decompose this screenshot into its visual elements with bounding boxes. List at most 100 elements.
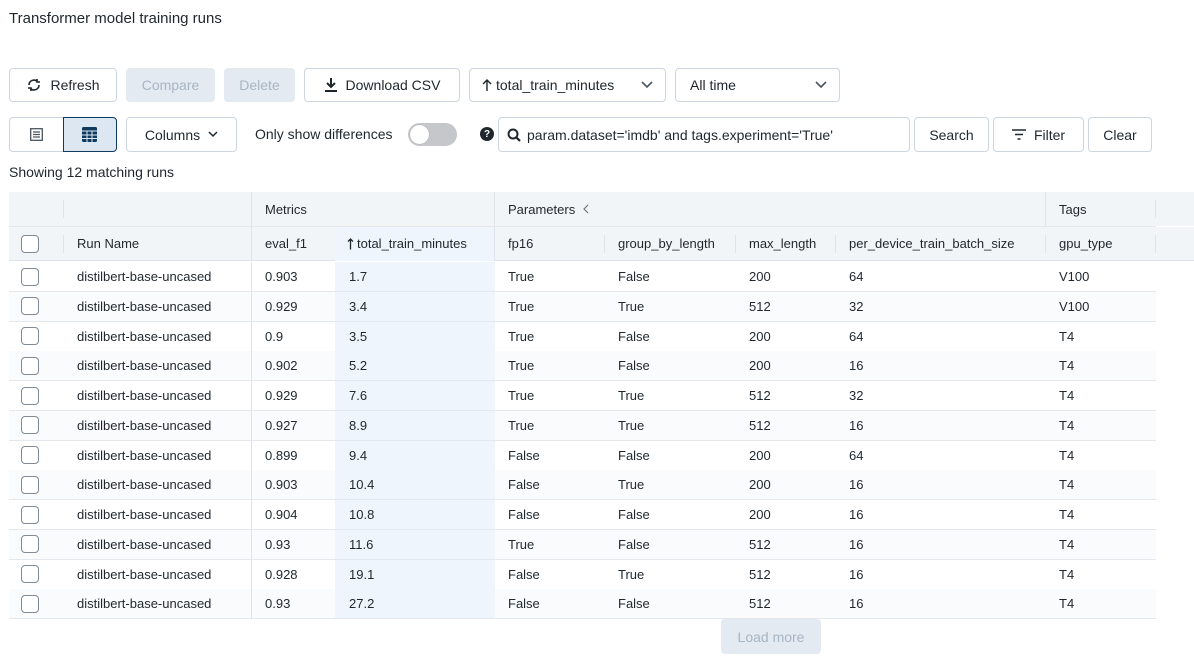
cell-eval-f1: 0.903	[265, 269, 298, 284]
cell-total-train-minutes: 8.9	[349, 417, 368, 433]
cell-group-by-length: False	[618, 596, 650, 612]
table-row[interactable]: distilbert-base-uncased 0.904 10.8 False Fal…	[9, 500, 1156, 530]
download-label: Download CSV	[345, 77, 441, 93]
cell-run-name[interactable]: distilbert-base-uncased	[64, 500, 211, 529]
refresh-button[interactable]: Refresh	[9, 68, 117, 102]
only-show-differences-toggle[interactable]	[408, 123, 457, 146]
table-row[interactable]: distilbert-base-uncased 0.929 3.4 True True 5…	[9, 291, 1156, 322]
refresh-label: Refresh	[50, 77, 100, 93]
cell-total-train-minutes: 10.4	[349, 477, 375, 493]
cell-run-name[interactable]: distilbert-base-uncased	[64, 351, 211, 380]
col-group-by-length[interactable]: group_by_length	[605, 227, 715, 260]
table-row[interactable]: distilbert-base-uncased 0.928 19.1 False Tru…	[9, 559, 1156, 590]
cell-eval-f1: 0.929	[265, 298, 298, 314]
search-query-value: param.dataset='imdb' and tags.experiment…	[527, 126, 833, 143]
cell-max-length: 512	[749, 417, 771, 433]
cell-max-length: 512	[749, 388, 771, 403]
cell-run-name[interactable]: distilbert-base-uncased	[64, 470, 211, 499]
clear-button[interactable]: Clear	[1088, 117, 1152, 152]
table-row[interactable]: distilbert-base-uncased 0.93 27.2 False Fals…	[9, 589, 1156, 620]
row-checkbox[interactable]	[9, 292, 39, 321]
load-more-button[interactable]: Load more	[721, 619, 821, 654]
cell-fp16: True	[508, 536, 535, 552]
list-view-button[interactable]	[9, 117, 63, 152]
col-total-train-minutes[interactable]: total_train_minutes	[335, 227, 467, 260]
cell-max-length: 200	[749, 328, 771, 344]
download-csv-button[interactable]: Download CSV	[304, 68, 460, 102]
search-icon	[507, 128, 521, 142]
cell-eval-f1: 0.929	[265, 388, 298, 403]
search-input[interactable]: param.dataset='imdb' and tags.experiment…	[498, 117, 910, 152]
cell-max-length: 512	[749, 536, 771, 552]
cell-run-name[interactable]: distilbert-base-uncased	[64, 411, 211, 440]
table-row[interactable]: distilbert-base-uncased 0.929 7.6 True True 5…	[9, 381, 1156, 411]
table-row[interactable]: distilbert-base-uncased 0.902 5.2 True False…	[9, 351, 1156, 382]
col-gpu-type[interactable]: gpu_type	[1046, 227, 1113, 260]
cell-fp16: True	[508, 328, 535, 344]
filter-label: Filter	[1033, 126, 1066, 143]
columns-button[interactable]: Columns	[126, 117, 237, 152]
row-checkbox[interactable]	[9, 589, 39, 618]
row-checkbox[interactable]	[9, 262, 39, 291]
row-checkbox[interactable]	[9, 351, 39, 380]
cell-group-by-length: True	[618, 388, 645, 403]
col-eval-f1[interactable]: eval_f1	[252, 227, 307, 260]
group-parameters-label: Parameters	[508, 201, 576, 217]
cell-eval-f1: 0.93	[265, 536, 291, 552]
row-checkbox[interactable]	[9, 500, 39, 529]
collapse-chevron-icon[interactable]	[583, 204, 589, 214]
time-range-select[interactable]: All time	[675, 68, 840, 102]
cell-run-name[interactable]: distilbert-base-uncased	[64, 262, 211, 291]
group-parameters[interactable]: Parameters	[508, 192, 589, 226]
select-all-checkbox[interactable]	[9, 227, 39, 260]
table-row[interactable]: distilbert-base-uncased 0.927 8.9 True True 5…	[9, 410, 1156, 441]
cell-total-train-minutes: 9.4	[349, 447, 368, 463]
row-checkbox[interactable]	[9, 441, 39, 470]
help-icon[interactable]: ?	[480, 127, 494, 141]
cell-run-name[interactable]: distilbert-base-uncased	[64, 381, 211, 410]
row-checkbox[interactable]	[9, 322, 39, 351]
table-view-button[interactable]	[62, 117, 117, 152]
column-header-row: Run Name eval_f1 total_train_minutes fp1…	[9, 227, 1194, 261]
col-run-name[interactable]: Run Name	[64, 227, 139, 260]
cell-fp16: True	[508, 388, 535, 403]
cell-group-by-length: False	[618, 328, 650, 344]
cell-group-by-length: False	[618, 269, 650, 284]
download-icon	[324, 78, 337, 92]
cell-run-name[interactable]: distilbert-base-uncased	[64, 441, 211, 470]
cell-per-device-train-batch-size: 64	[849, 447, 864, 463]
sort-select[interactable]: total_train_minutes	[469, 68, 666, 102]
delete-button[interactable]: Delete	[224, 68, 295, 102]
chevron-down-icon	[208, 131, 218, 138]
cell-per-device-train-batch-size: 16	[849, 358, 864, 374]
col-fp16[interactable]: fp16	[495, 227, 533, 260]
cell-run-name[interactable]: distilbert-base-uncased	[64, 560, 211, 589]
row-checkbox[interactable]	[9, 470, 39, 499]
cell-per-device-train-batch-size: 16	[849, 536, 864, 552]
table-row[interactable]: distilbert-base-uncased 0.903 1.7 True False…	[9, 262, 1156, 292]
group-metrics: Metrics	[265, 201, 307, 217]
cell-gpu-type: T4	[1059, 596, 1075, 612]
table-row[interactable]: distilbert-base-uncased 0.9 3.5 True False 20…	[9, 321, 1156, 352]
cell-group-by-length: True	[618, 477, 645, 493]
row-checkbox[interactable]	[9, 411, 39, 440]
compare-button[interactable]: Compare	[126, 68, 215, 102]
table-row[interactable]: distilbert-base-uncased 0.93 11.6 True False…	[9, 529, 1156, 560]
row-checkbox[interactable]	[9, 530, 39, 559]
cell-eval-f1: 0.902	[265, 358, 298, 374]
row-checkbox[interactable]	[9, 560, 39, 589]
table-row[interactable]: distilbert-base-uncased 0.903 10.4 False Tru…	[9, 470, 1156, 501]
row-checkbox[interactable]	[9, 381, 39, 410]
cell-fp16: True	[508, 358, 535, 374]
column-group-header: Metrics Parameters Tags	[9, 192, 1194, 226]
cell-run-name[interactable]: distilbert-base-uncased	[64, 292, 211, 321]
cell-run-name[interactable]: distilbert-base-uncased	[64, 589, 211, 618]
refresh-icon	[28, 79, 41, 91]
search-button[interactable]: Search	[914, 117, 989, 152]
cell-run-name[interactable]: distilbert-base-uncased	[64, 530, 211, 559]
col-max-length[interactable]: max_length	[736, 227, 816, 260]
col-per-device-train-batch-size[interactable]: per_device_train_batch_size	[836, 227, 1015, 260]
filter-button[interactable]: Filter	[993, 117, 1084, 152]
cell-run-name[interactable]: distilbert-base-uncased	[64, 322, 211, 351]
table-row[interactable]: distilbert-base-uncased 0.899 9.4 False Fals…	[9, 440, 1156, 471]
